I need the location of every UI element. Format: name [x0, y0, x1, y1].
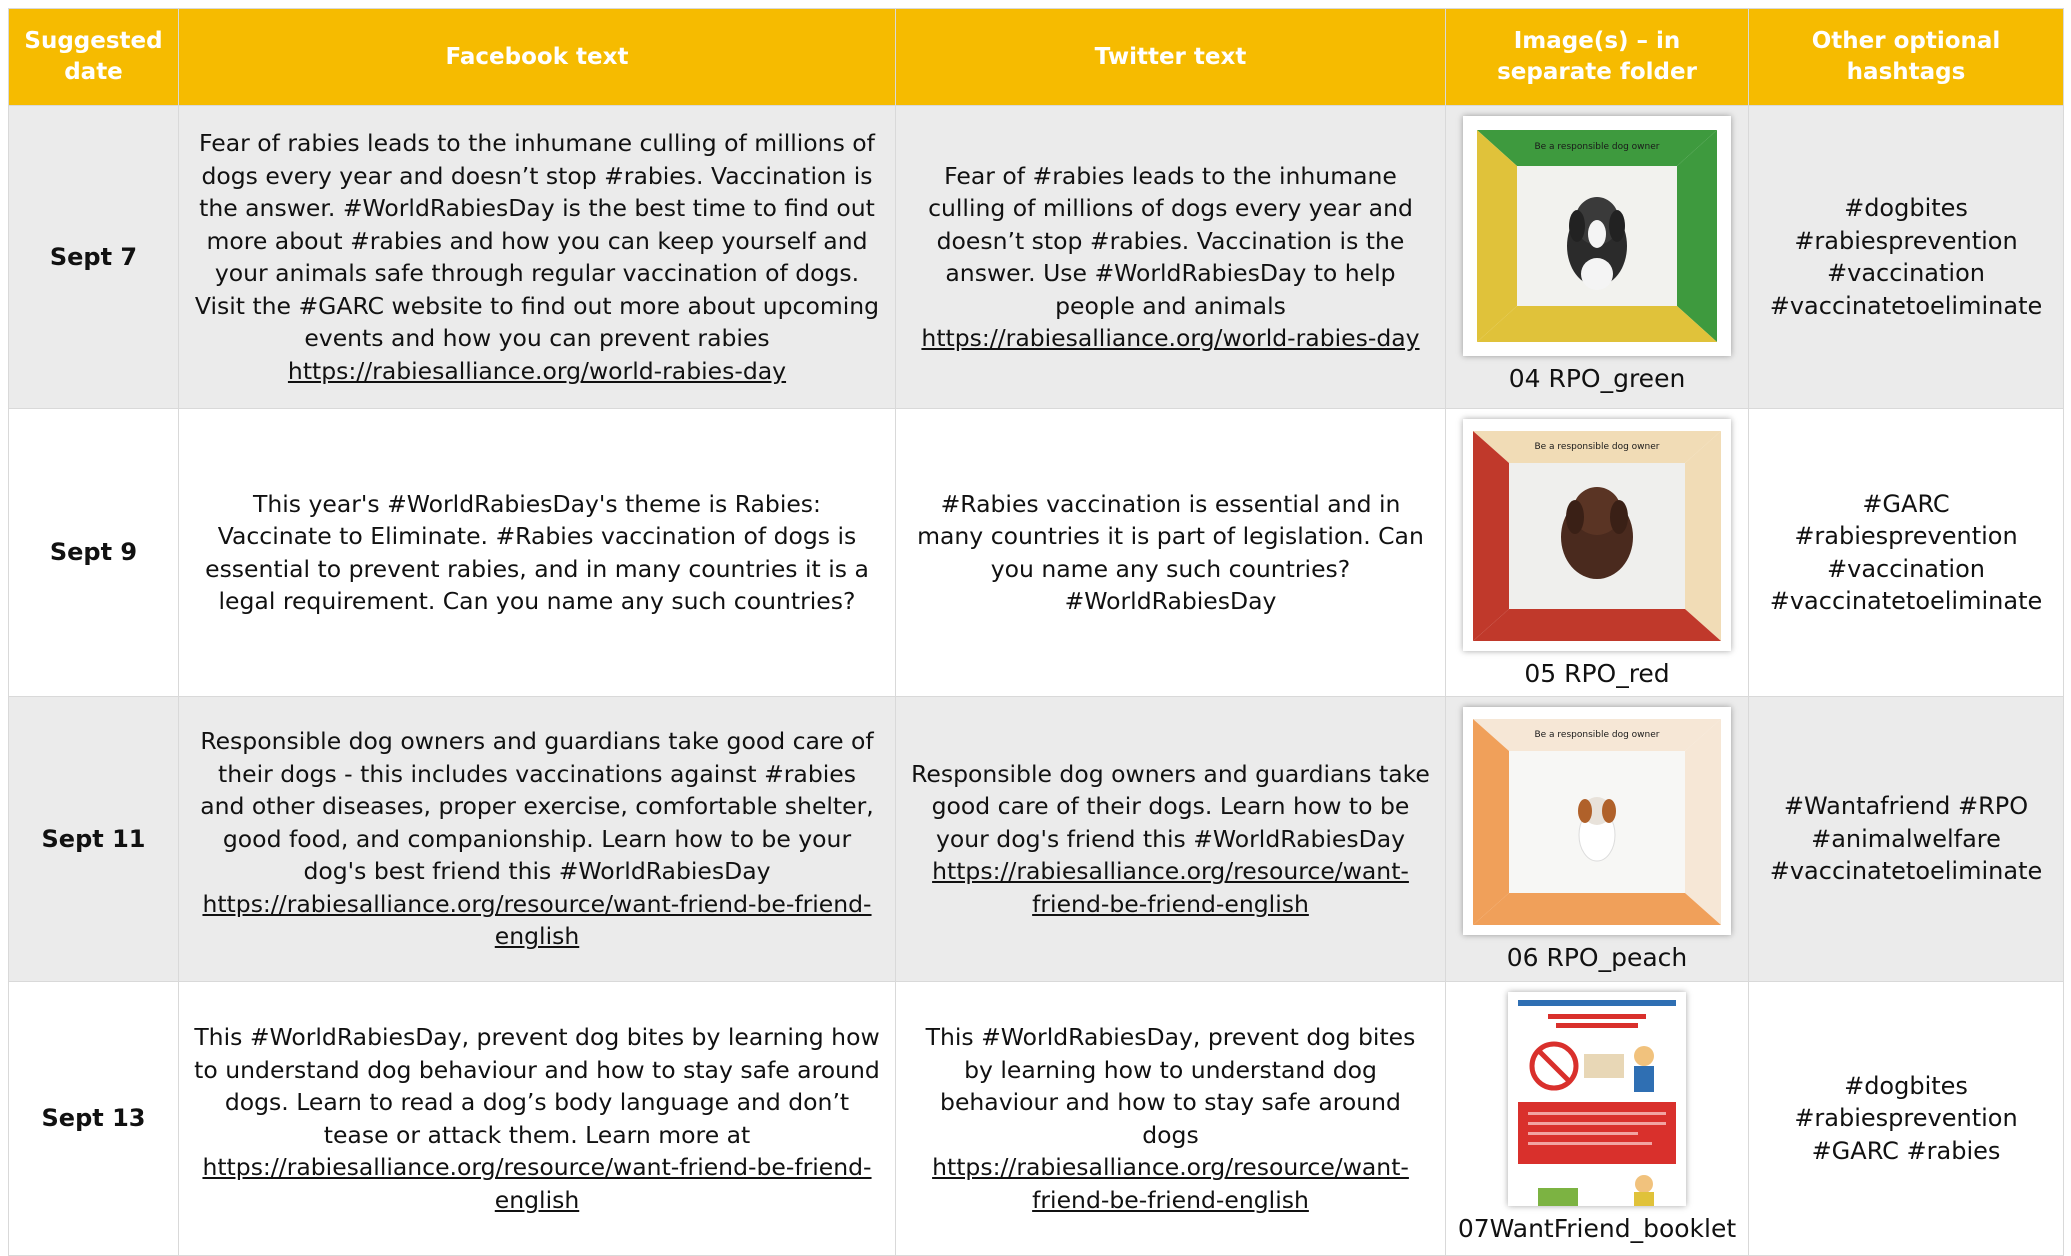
content-calendar-table: Suggested date Facebook text Twitter tex… [8, 8, 2064, 1256]
booklet-thumbnail [1508, 992, 1686, 1206]
hashtag: #vaccination [1827, 554, 1985, 583]
facebook-text-cell: Fear of rabies leads to the inhumane cul… [178, 105, 896, 409]
table-row: Sept 7 Fear of rabies leads to the inhum… [8, 105, 2064, 409]
header-facebook: Facebook text [178, 8, 896, 106]
header-hashtags: Other optional hashtags [1748, 8, 2064, 106]
row-date: Sept 13 [8, 981, 179, 1256]
twitter-link[interactable]: https://rabiesalliance.org/world-rabies-… [921, 324, 1419, 352]
facebook-text-cell: This year's #WorldRabiesDay's theme is R… [178, 408, 896, 697]
row-date: Sept 7 [8, 105, 179, 409]
twitter-text: Responsible dog owners and guardians tak… [911, 759, 1430, 853]
facebook-text: This #WorldRabiesDay, prevent dog bites … [194, 1023, 880, 1149]
hashtags-cell: #GARC #rabiesprevention #vaccination #va… [1748, 408, 2064, 697]
dog-poster-green-image: Be a responsible dog owner [1463, 116, 1731, 356]
hashtag: #animalwelfare [1811, 824, 2001, 853]
image-cell: Be a responsible dog owner 05 RPO_red [1445, 408, 1749, 697]
facebook-text: Fear of rabies leads to the inhumane cul… [194, 129, 880, 352]
header-images: Image(s) – in separate folder [1445, 8, 1749, 106]
twitter-text-cell: This #WorldRabiesDay, prevent dog bites … [895, 981, 1446, 1256]
poster-thumbnail-red: Be a responsible dog owner [1463, 419, 1731, 651]
table-row: Sept 9 This year's #WorldRabiesDay's the… [8, 408, 2064, 697]
header-date: Suggested date [8, 8, 179, 106]
facebook-text: This year's #WorldRabiesDay's theme is R… [205, 489, 869, 616]
facebook-link[interactable]: https://rabiesalliance.org/resource/want… [202, 1153, 871, 1214]
row-date: Sept 9 [8, 408, 179, 697]
hashtags-cell: #dogbites #rabiesprevention #GARC #rabie… [1748, 981, 2064, 1256]
image-cell: 07WantFriend_booklet [1445, 981, 1749, 1256]
svg-text:Be a responsible dog owner: Be a responsible dog owner [1534, 142, 1659, 152]
twitter-text: This #WorldRabiesDay, prevent dog bites … [925, 1023, 1416, 1149]
row-date: Sept 11 [8, 696, 179, 982]
hashtag: #rabiesprevention [1794, 226, 2018, 255]
svg-text:Be a responsible dog owner: Be a responsible dog owner [1534, 730, 1659, 740]
hashtag: #dogbites [1844, 194, 1968, 222]
hashtag: #Wantafriend #RPO [1783, 792, 2029, 821]
image-caption: 05 RPO_red [1524, 659, 1670, 688]
hashtag: #rabiesprevention [1794, 522, 2018, 550]
image-cell: Be a responsible dog owner 04 RPO_green [1445, 105, 1749, 409]
header-twitter: Twitter text [895, 8, 1446, 106]
twitter-text-cell: #Rabies vaccination is essential and in … [895, 408, 1446, 697]
booklet-cover-image [1508, 992, 1686, 1206]
hashtag: #rabiesprevention [1794, 1104, 2018, 1133]
image-cell: Be a responsible dog owner 06 RPO_peach [1445, 696, 1749, 982]
poster-thumbnail-peach: Be a responsible dog owner [1463, 707, 1731, 935]
image-caption: 06 RPO_peach [1506, 943, 1688, 972]
hashtag: #vaccinatetoeliminate [1769, 587, 2043, 615]
dog-poster-red-image: Be a responsible dog owner [1463, 419, 1731, 651]
facebook-text-cell: This #WorldRabiesDay, prevent dog bites … [178, 981, 896, 1256]
header-row: Suggested date Facebook text Twitter tex… [8, 8, 2064, 106]
facebook-text-cell: Responsible dog owners and guardians tak… [178, 696, 896, 982]
hashtag: #vaccinatetoeliminate [1769, 291, 2043, 320]
hashtag: #GARC [1862, 489, 1950, 518]
table-row: Sept 11 Responsible dog owners and guard… [8, 696, 2064, 982]
facebook-link[interactable]: https://rabiesalliance.org/world-rabies-… [288, 357, 786, 385]
facebook-link[interactable]: https://rabiesalliance.org/resource/want… [202, 890, 871, 951]
twitter-text-cell: Fear of #rabies leads to the inhumane cu… [895, 105, 1446, 409]
image-caption: 04 RPO_green [1508, 364, 1686, 393]
svg-text:Be a responsible dog owner: Be a responsible dog owner [1534, 442, 1659, 452]
hashtags-cell: #Wantafriend #RPO #animalwelfare #vaccin… [1748, 696, 2064, 982]
twitter-text: Fear of #rabies leads to the inhumane cu… [928, 161, 1413, 320]
twitter-link[interactable]: https://rabiesalliance.org/resource/want… [932, 1153, 1409, 1214]
poster-thumbnail-green: Be a responsible dog owner [1463, 116, 1731, 356]
image-caption: 07WantFriend_booklet [1457, 1214, 1737, 1243]
hashtag: #vaccinatetoeliminate [1769, 857, 2043, 886]
twitter-text: #Rabies vaccination is essential and in … [917, 489, 1424, 616]
hashtags-cell: #dogbites #rabiesprevention #vaccination… [1748, 105, 2064, 409]
facebook-text: Responsible dog owners and guardians tak… [200, 727, 874, 886]
hashtag: #dogbites [1844, 1071, 1968, 1100]
hashtag: #GARC #rabies [1811, 1136, 2001, 1165]
table-row: Sept 13 This #WorldRabiesDay, prevent do… [8, 981, 2064, 1256]
hashtag: #vaccination [1827, 259, 1985, 287]
dog-poster-peach-image: Be a responsible dog owner [1463, 707, 1731, 935]
twitter-text-cell: Responsible dog owners and guardians tak… [895, 696, 1446, 982]
twitter-link[interactable]: https://rabiesalliance.org/resource/want… [932, 857, 1409, 918]
